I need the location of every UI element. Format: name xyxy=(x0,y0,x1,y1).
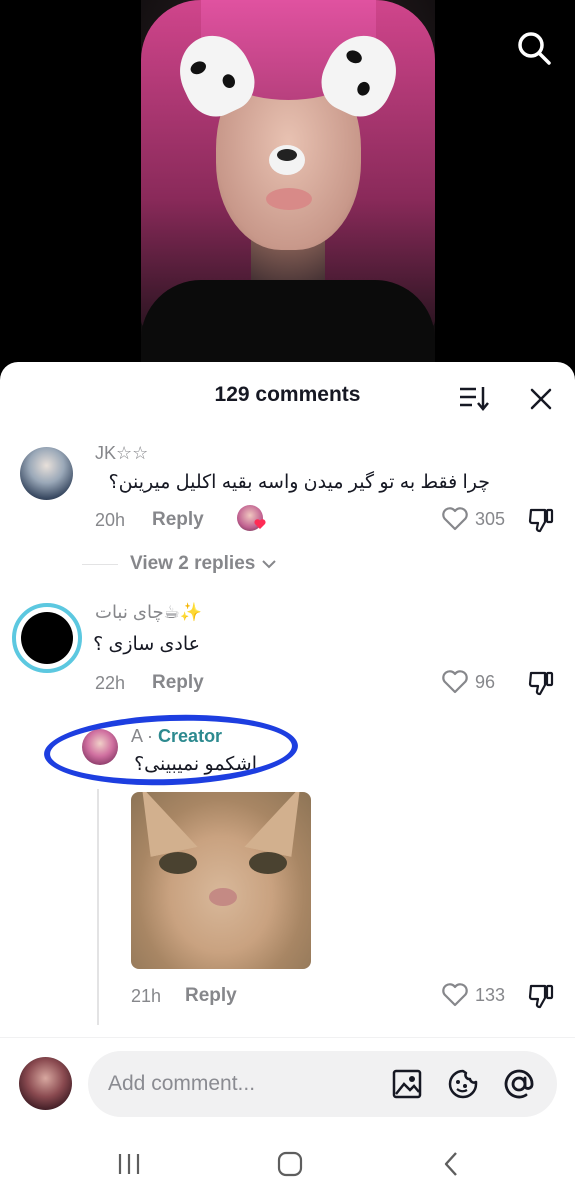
creator-label: Creator xyxy=(158,726,223,746)
mention-button[interactable] xyxy=(502,1067,536,1101)
search-button[interactable] xyxy=(514,28,554,68)
like-count: 305 xyxy=(475,508,506,529)
comment-input-container[interactable] xyxy=(88,1051,557,1117)
dislike-button[interactable] xyxy=(527,669,555,697)
mention-icon xyxy=(504,1069,534,1099)
nav-back-icon xyxy=(444,1152,457,1176)
back-button[interactable] xyxy=(434,1149,468,1179)
close-button[interactable] xyxy=(526,384,556,414)
reply-button[interactable]: Reply xyxy=(152,672,204,694)
like-count: 133 xyxy=(475,984,506,1005)
user-avatar[interactable] xyxy=(19,1057,72,1110)
heart-icon xyxy=(442,670,468,694)
chevron-down-icon xyxy=(262,560,277,569)
heart-icon xyxy=(442,507,468,531)
reply-thread-line xyxy=(97,789,99,1025)
replies-divider xyxy=(82,563,118,565)
search-icon xyxy=(518,32,551,65)
system-nav-bar xyxy=(0,1127,575,1200)
comment-input-bar xyxy=(0,1037,575,1127)
comment-time: 22h xyxy=(95,673,126,693)
reply-time: 21h xyxy=(131,986,162,1006)
video-frame xyxy=(141,0,435,370)
comment-username[interactable]: JK☆☆ xyxy=(95,443,148,464)
reply-username-text: A xyxy=(131,726,143,746)
sort-icon xyxy=(460,387,489,411)
dislike-button[interactable] xyxy=(527,506,555,534)
reply-username[interactable]: A · Creator xyxy=(131,726,222,747)
comments-header: 129 comments xyxy=(0,362,575,428)
view-replies-button[interactable]: View 2 replies xyxy=(82,553,277,575)
cat-ear-right xyxy=(244,792,311,859)
avatar-image xyxy=(21,612,73,664)
home-button[interactable] xyxy=(273,1149,307,1179)
reply-button[interactable]: Reply xyxy=(152,509,204,531)
avatar[interactable] xyxy=(12,603,82,673)
comment-text: عادی سازی ؟ xyxy=(93,634,200,655)
dislike-icon xyxy=(528,671,554,696)
dislike-icon xyxy=(528,984,554,1009)
avatar[interactable] xyxy=(82,729,118,765)
image-icon xyxy=(392,1069,422,1099)
heart-icon xyxy=(442,983,468,1007)
emoji-icon xyxy=(448,1069,478,1099)
comment-input[interactable] xyxy=(108,1069,378,1099)
video-area[interactable] xyxy=(0,0,575,380)
nav-recents-icon xyxy=(118,1154,140,1174)
cat-eye-right xyxy=(249,852,287,874)
lips xyxy=(266,188,312,210)
comment-time: 20h xyxy=(95,510,126,530)
like-button[interactable]: 96 xyxy=(441,669,495,695)
heart-icon xyxy=(254,519,266,529)
dislike-icon xyxy=(528,508,554,533)
recents-button[interactable] xyxy=(112,1149,146,1179)
close-icon xyxy=(530,388,552,410)
like-count: 96 xyxy=(475,671,496,692)
comment-username[interactable]: چای نبات☕✨ xyxy=(95,602,202,623)
separator-dot: · xyxy=(147,726,154,746)
shirt xyxy=(141,280,435,370)
sort-button[interactable] xyxy=(458,384,490,412)
avatar[interactable] xyxy=(20,447,73,500)
comment-text: چرا فقط به تو گیر میدن واسه بقیه اکلیل م… xyxy=(108,472,490,493)
reply-text: اشکمو نمیبینی؟ xyxy=(134,754,257,775)
like-button[interactable]: 305 xyxy=(441,506,505,532)
emoji-button[interactable] xyxy=(446,1067,480,1101)
image-button[interactable] xyxy=(390,1067,424,1101)
cat-ear-left xyxy=(131,792,198,859)
cat-nose xyxy=(209,888,237,906)
view-replies-label: View 2 replies xyxy=(130,553,256,574)
like-button[interactable]: 133 xyxy=(441,982,505,1008)
dog-nose xyxy=(269,145,305,175)
nav-home-icon xyxy=(277,1151,303,1177)
reply-button[interactable]: Reply xyxy=(185,985,237,1007)
reply-sticker-image[interactable] xyxy=(131,792,311,969)
cat-eye-left xyxy=(159,852,197,874)
dislike-button[interactable] xyxy=(527,982,555,1010)
